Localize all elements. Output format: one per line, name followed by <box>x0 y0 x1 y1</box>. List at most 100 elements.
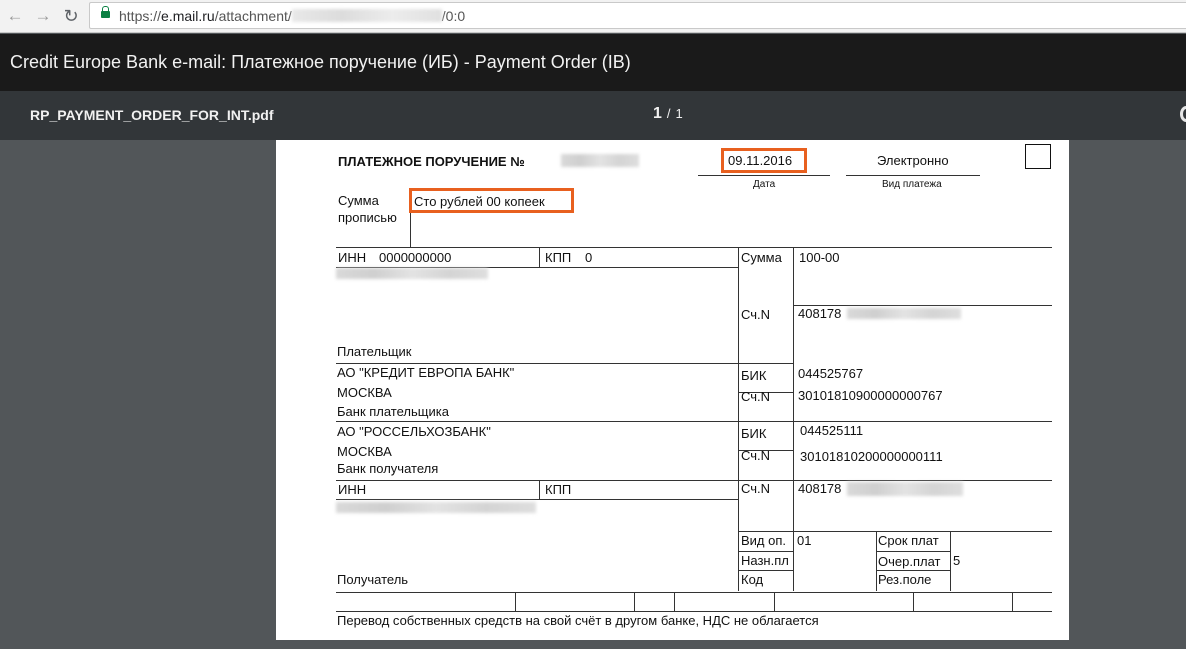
payer-account: 408178 <box>798 306 842 321</box>
payee-bank-label: Банк получателя <box>337 461 439 476</box>
sum-value: 100-00 <box>799 250 840 265</box>
payee-corr-account: 30101810200000000111 <box>800 449 943 464</box>
grid-line <box>515 592 516 611</box>
grid-line <box>336 611 1052 612</box>
grid-line <box>336 247 1052 248</box>
date-label: Дата <box>753 179 776 190</box>
date-underline <box>698 175 830 176</box>
redacted-payer-account <box>847 308 961 319</box>
payer-bik-label: БИК <box>741 368 767 383</box>
payer-kpp-label: КПП <box>545 250 572 265</box>
grid-line <box>774 592 775 611</box>
payee-inn-label: ИНН <box>338 482 367 497</box>
payee-kpp-label: КПП <box>545 482 572 497</box>
payer-inn: 0000000000 <box>379 250 452 265</box>
grid-line <box>738 551 793 552</box>
payee-account-label: Сч.N <box>741 481 771 496</box>
mail-title-bar: Credit Europe Bank e-mail: Платежное пор… <box>0 34 1186 91</box>
grid-line <box>738 570 793 571</box>
grid-line <box>793 247 794 591</box>
op-type: 01 <box>797 533 812 548</box>
payment-type: Электронно <box>877 153 949 168</box>
payer-kpp: 0 <box>585 250 593 265</box>
payee-bik: 044525111 <box>800 423 864 438</box>
grid-line <box>539 480 540 499</box>
payer-bik: 044525767 <box>798 366 864 381</box>
purpose-code-label: Назн.пл <box>741 553 789 568</box>
page-separator: / <box>666 106 671 121</box>
amount-words-label-2: прописью <box>338 210 397 225</box>
forward-arrow-icon[interactable]: → <box>33 6 53 26</box>
payer-corr-label: Сч.N <box>741 389 771 404</box>
payee-bank-name: АО "РОССЕЛЬХОЗБАНК" <box>337 424 491 439</box>
grid-line <box>876 570 951 571</box>
payer-corr-account: 30101810900000000767 <box>798 388 943 403</box>
grid-line <box>950 531 951 591</box>
payment-type-underline <box>846 175 980 176</box>
payer-bank-label: Банк плательщика <box>337 404 449 419</box>
grid-line <box>1012 592 1013 611</box>
payee-account: 408178 <box>798 481 842 496</box>
pdf-page: ПЛАТЕЖНОЕ ПОРУЧЕНИЕ № 09.11.2016 Дата Эл… <box>276 140 1069 640</box>
screen: ← → ↻ https://e.mail.ru/attachment//0:0 … <box>0 0 1186 649</box>
url-suffix: /0:0 <box>441 8 466 24</box>
lock-icon <box>101 6 110 18</box>
redacted-payee-name <box>336 502 536 513</box>
payer-bank-city: МОСКВА <box>337 385 392 400</box>
sum-label: Сумма <box>741 250 782 265</box>
viewer-bottom <box>0 640 1186 649</box>
payer-label: Плательщик <box>337 344 412 359</box>
url-scheme: https:// <box>119 8 162 24</box>
grid-line <box>738 247 739 591</box>
url-text[interactable]: https://e.mail.ru/attachment/ /0:0 <box>119 8 465 24</box>
grid-line <box>674 592 675 611</box>
grid-line <box>336 592 1052 593</box>
redacted-url-segment <box>291 9 442 22</box>
pdf-filename: RP_PAYMENT_ORDER_FOR_INT.pdf <box>30 107 274 123</box>
priority-label: Очер.плат <box>878 554 941 569</box>
payment-type-label: Вид платежа <box>882 179 942 190</box>
mail-title: Credit Europe Bank e-mail: Платежное пор… <box>10 52 631 72</box>
url-path: /attachment/ <box>214 8 292 24</box>
grid-line <box>336 421 1052 422</box>
term-label: Срок плат <box>878 533 939 548</box>
form-code-box <box>1025 144 1051 169</box>
grid-line <box>336 480 1052 481</box>
grid-line <box>336 363 793 364</box>
back-arrow-icon[interactable]: ← <box>5 6 25 26</box>
grid-line <box>539 247 540 267</box>
redacted-payee-account <box>847 482 963 496</box>
grid-line <box>738 531 1052 532</box>
payee-bank-city: МОСКВА <box>337 444 392 459</box>
payee-bik-label: БИК <box>741 426 767 441</box>
rotate-icon[interactable] <box>1180 106 1186 122</box>
url-host: e.mail.ru <box>161 8 215 24</box>
redacted-payer-name <box>336 268 488 279</box>
grid-line <box>634 592 635 611</box>
payer-bank-name: АО "КРЕДИТ ЕВРОПА БАНК" <box>337 365 515 380</box>
amount-words-label-1: Сумма <box>338 193 379 208</box>
payment-purpose: Перевод собственных средств на свой счёт… <box>337 613 819 628</box>
reload-icon[interactable]: ↻ <box>61 6 81 26</box>
date-highlight <box>721 148 807 173</box>
order-heading: ПЛАТЕЖНОЕ ПОРУЧЕНИЕ № <box>338 154 525 169</box>
payee-label: Получатель <box>337 572 409 587</box>
total-pages: 1 <box>675 106 683 121</box>
payer-account-label: Сч.N <box>741 307 771 322</box>
redacted-order-number <box>561 154 639 167</box>
pdf-toolbar: RP_PAYMENT_ORDER_FOR_INT.pdf 1 / 1 <box>0 91 1186 140</box>
current-page[interactable]: 1 <box>653 105 662 122</box>
priority-value: 5 <box>953 553 961 568</box>
page-indicator: 1 / 1 <box>653 105 683 123</box>
code-label: Код <box>741 572 764 587</box>
op-type-label: Вид оп. <box>741 533 787 548</box>
amount-highlight <box>409 188 574 213</box>
grid-line <box>876 551 951 552</box>
payer-inn-label: ИНН <box>338 250 367 265</box>
payee-corr-label: Сч.N <box>741 448 771 463</box>
address-bar[interactable]: https://e.mail.ru/attachment/ /0:0 <box>89 2 1186 29</box>
grid-line <box>336 499 738 500</box>
browser-toolbar: ← → ↻ https://e.mail.ru/attachment/ /0:0 <box>0 0 1186 33</box>
grid-line <box>876 531 877 591</box>
reserve-label: Рез.поле <box>878 572 932 587</box>
